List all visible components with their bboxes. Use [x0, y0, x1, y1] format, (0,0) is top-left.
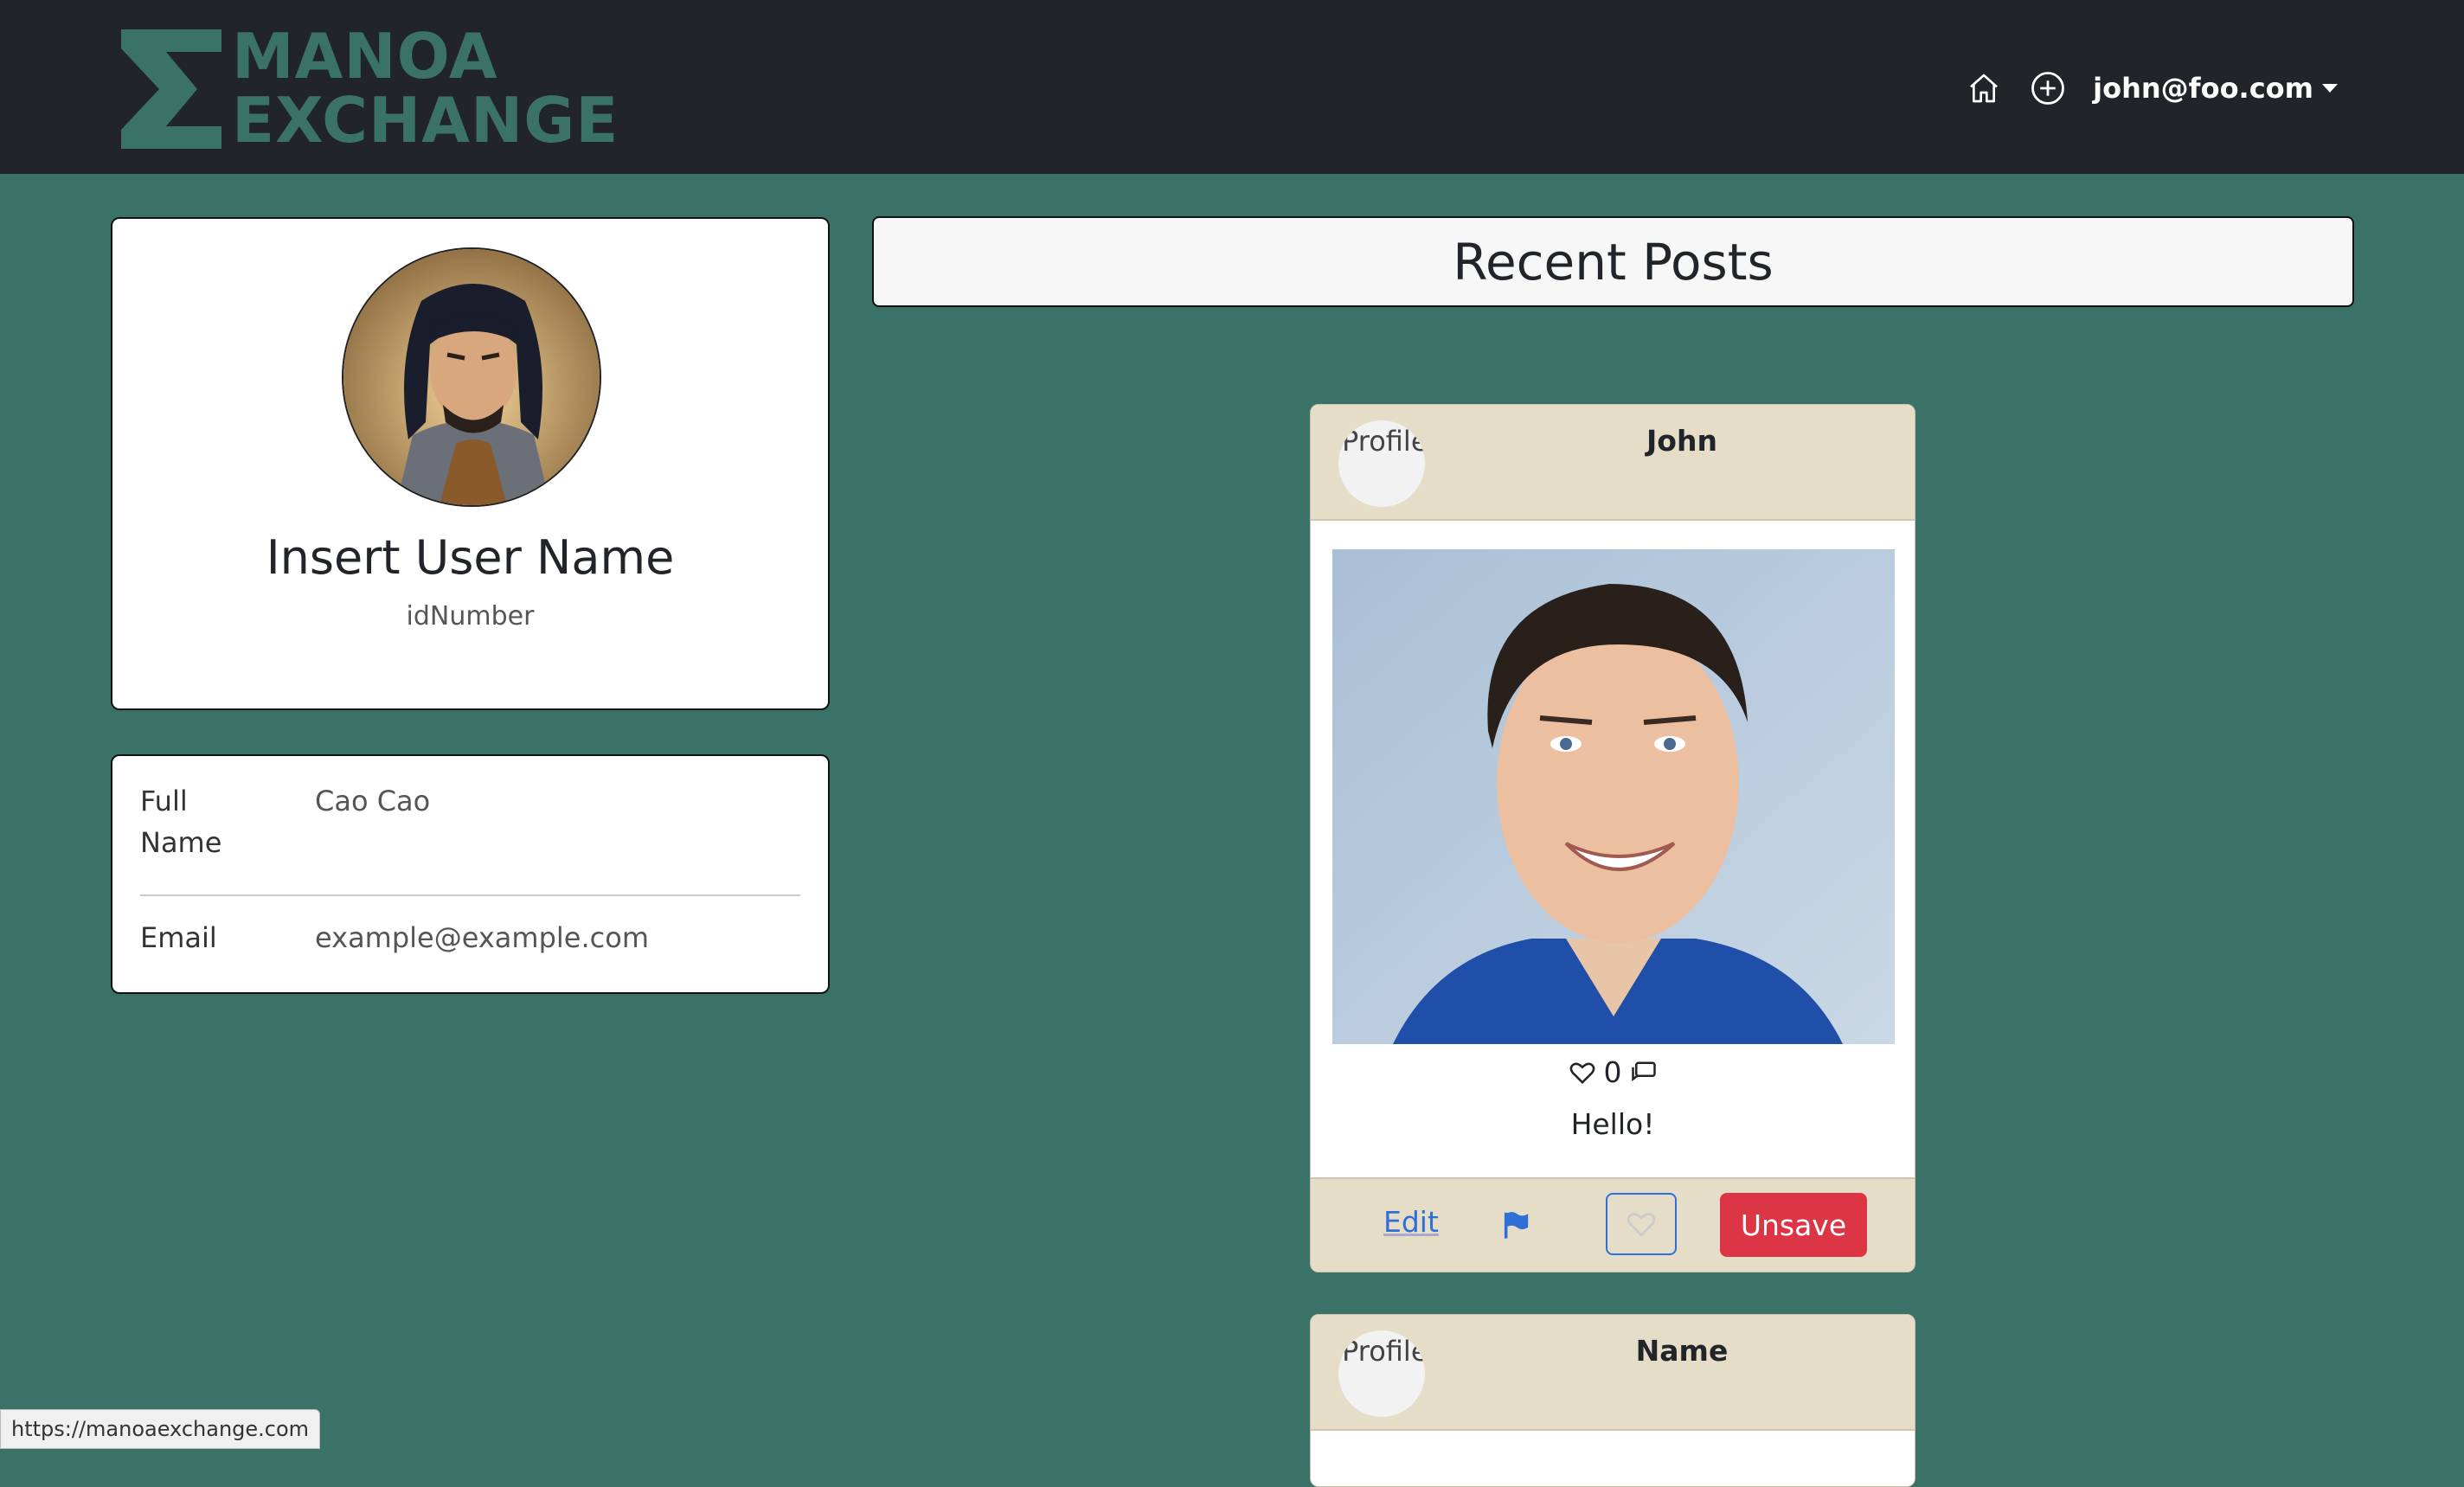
user-dropdown[interactable]: john@foo.com — [2093, 72, 2338, 105]
like-count: 0 — [1603, 1055, 1622, 1089]
plus-circle-icon[interactable] — [2029, 69, 2067, 107]
navbar: MANOA EXCHANGE john@foo.com — [0, 0, 2464, 174]
browser-status-url: https://manoaexchange.com — [0, 1409, 321, 1449]
user-email: john@foo.com — [2093, 72, 2313, 105]
post-card: Profile John 0 Hello! Edit Unsave — [1310, 404, 1915, 1272]
flag-icon[interactable] — [1501, 1210, 1530, 1240]
recent-posts-title: Recent Posts — [872, 216, 2354, 307]
post-stats: 0 — [1311, 1055, 1915, 1089]
email-label: Email — [140, 921, 217, 954]
full-name-row: Full Name Cao Cao — [140, 780, 800, 875]
divider — [140, 894, 800, 896]
post-author[interactable]: John — [1311, 424, 1915, 458]
caret-down-icon — [2322, 84, 2338, 93]
email-value: example@example.com — [315, 921, 649, 954]
unsave-button[interactable]: Unsave — [1720, 1193, 1867, 1257]
email-row: Email example@example.com — [140, 917, 800, 969]
heart-icon — [1627, 1213, 1656, 1237]
full-name-label: Full Name — [140, 785, 222, 859]
profile-id: idNumber — [406, 601, 535, 631]
post-header: Profile John — [1311, 405, 1915, 521]
post-header: Profile Name — [1311, 1315, 1915, 1431]
profile-name: Insert User Name — [266, 530, 675, 585]
brand-name: MANOA EXCHANGE — [232, 24, 619, 152]
profile-info-card: Full Name Cao Cao Email example@example.… — [111, 754, 830, 994]
like-button[interactable] — [1606, 1193, 1677, 1255]
full-name-value: Cao Cao — [315, 785, 431, 817]
heart-outline-icon[interactable] — [1569, 1061, 1595, 1085]
comments-icon[interactable] — [1631, 1061, 1657, 1085]
post-image — [1332, 549, 1895, 1044]
brand-line-1: MANOA — [232, 20, 498, 93]
brand-line-2: EXCHANGE — [232, 84, 619, 157]
edit-link[interactable]: Edit — [1383, 1205, 1439, 1239]
post-text: Hello! — [1570, 1107, 1655, 1141]
sigma-logo-icon — [121, 29, 221, 149]
profile-card: Insert User Name idNumber — [111, 217, 830, 710]
home-icon[interactable] — [1965, 69, 2003, 107]
post-footer: Edit Unsave — [1311, 1177, 1915, 1272]
post-card: Profile Name — [1310, 1314, 1915, 1487]
brand-logo[interactable]: MANOA EXCHANGE — [121, 24, 619, 152]
post-author[interactable]: Name — [1311, 1334, 1915, 1368]
profile-avatar — [342, 247, 601, 507]
